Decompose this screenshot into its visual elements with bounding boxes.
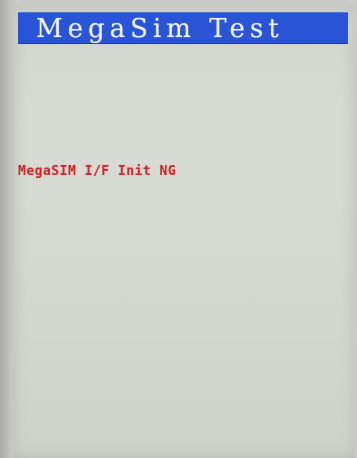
- lcd-screen: MegaSim Test MegaSIM I/F Init NG: [14, 6, 354, 458]
- title-bar: MegaSim Test: [18, 12, 348, 44]
- status-message: MegaSIM I/F Init NG: [18, 164, 177, 179]
- device-bezel: MegaSim Test MegaSIM I/F Init NG: [0, 0, 357, 458]
- window-title: MegaSim Test: [36, 14, 284, 44]
